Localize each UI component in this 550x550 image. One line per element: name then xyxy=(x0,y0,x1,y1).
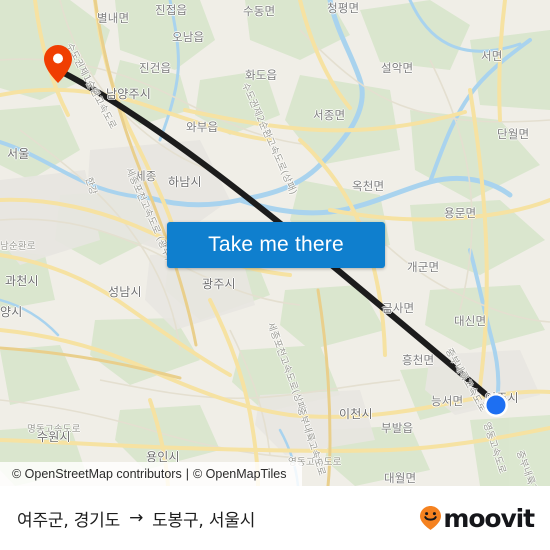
route-arrow-icon: → xyxy=(129,507,144,528)
map-dot-icon xyxy=(484,393,508,417)
moovit-pin-icon xyxy=(420,506,442,530)
moovit-logo[interactable]: moovit xyxy=(419,503,535,533)
take-me-there-button[interactable]: Take me there xyxy=(167,222,385,268)
route-destination-label: 도봉구, 서울시 xyxy=(152,510,256,531)
take-me-there-label: Take me there xyxy=(208,233,344,256)
attribution-openstreetmap[interactable]: © OpenStreetMap contributors xyxy=(12,467,182,481)
map-pin-icon xyxy=(44,45,72,83)
destination-dot-marker[interactable] xyxy=(483,392,509,418)
route-summary: 여주군, 경기도 → 도봉구, 서울시 xyxy=(17,506,255,531)
origin-pin-marker[interactable] xyxy=(43,44,73,84)
attribution-openmaptiles[interactable]: © OpenMapTiles xyxy=(193,467,287,481)
moovit-route-card: 별내면 진접읍 수동면 청평면 오남읍 진건읍 남양주시 화도읍 설악면 서면 서종면 와부읍 단월면 서… xyxy=(0,0,550,550)
attribution-separator: | xyxy=(185,467,189,481)
map-canvas[interactable]: 별내면 진접읍 수동면 청평면 오남읍 진건읍 남양주시 화도읍 설악면 서면 서종면 와부읍 단월면 서… xyxy=(0,0,550,486)
moovit-wordmark: moovit xyxy=(443,503,535,533)
route-footer: 여주군, 경기도 → 도봉구, 서울시 moovit xyxy=(0,486,550,550)
map-attribution: © OpenStreetMap contributors | © OpenMap… xyxy=(0,462,302,486)
route-origin-label: 여주군, 경기도 xyxy=(17,510,121,531)
